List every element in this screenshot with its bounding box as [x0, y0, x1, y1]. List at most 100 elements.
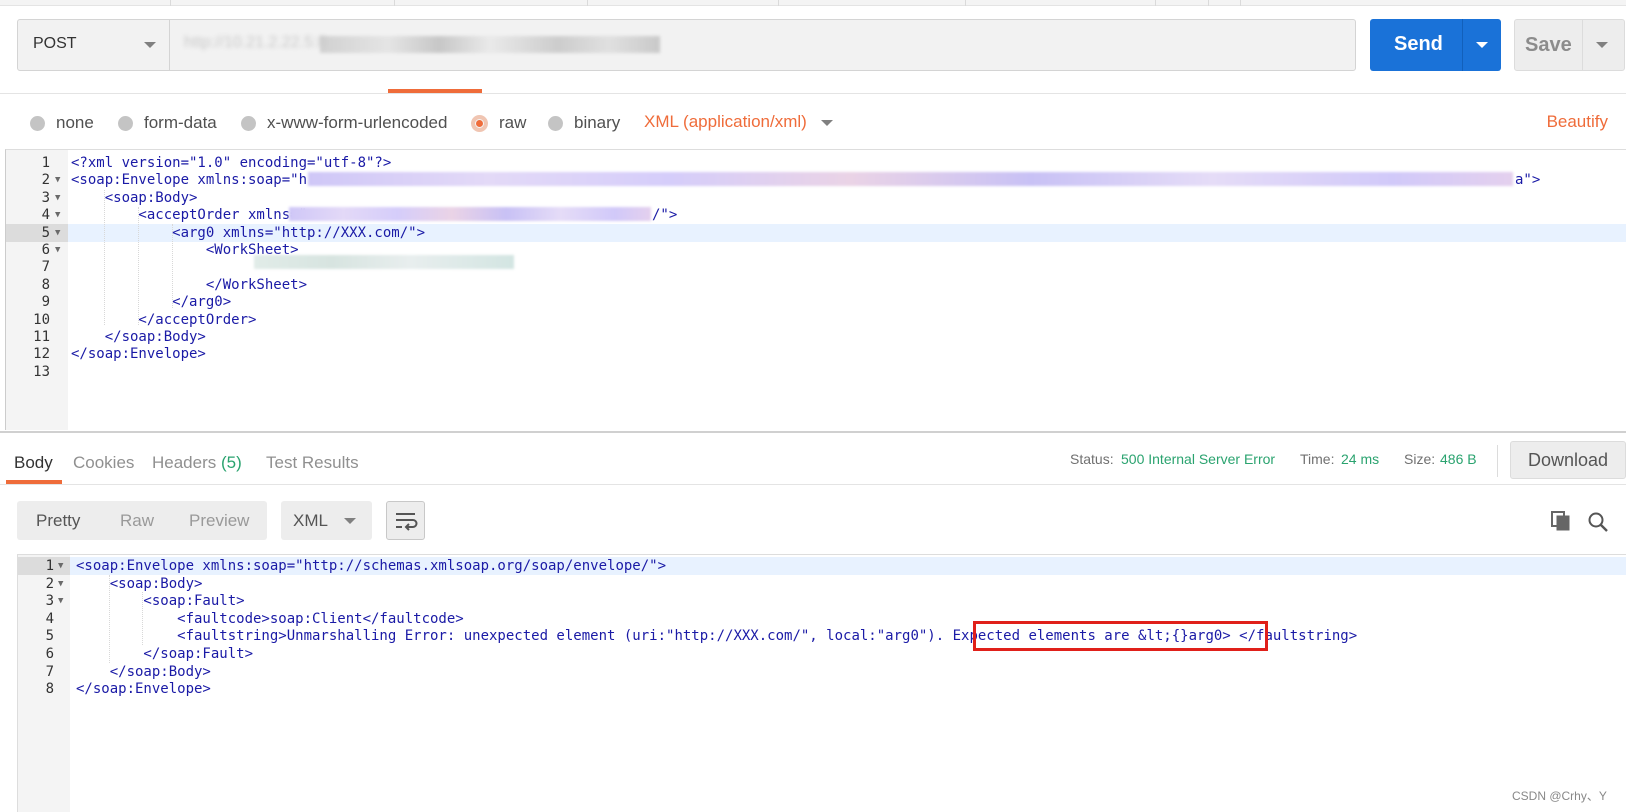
chevron-down-icon	[344, 518, 356, 524]
fold-icon[interactable]: ▼	[55, 224, 60, 242]
save-button[interactable]: Save	[1514, 19, 1625, 71]
response-body-viewer[interactable]: 1 ▼ <soap:Envelope xmlns:soap="http://sche…	[17, 554, 1626, 812]
response-line: 8 </soap:Envelope>	[18, 680, 1626, 698]
radio-raw[interactable]: raw	[471, 112, 526, 134]
view-pretty[interactable]: Pretty	[36, 511, 80, 531]
radio-none[interactable]: none	[30, 112, 94, 134]
tab-body[interactable]: Body	[14, 453, 53, 473]
view-raw[interactable]: Raw	[120, 511, 154, 531]
radio-label: form-data	[144, 113, 217, 132]
line-number: 7	[41, 259, 50, 276]
editor-line: 4 ▼ <acceptOrder xmlns=" /">	[6, 206, 1626, 224]
pane-splitter[interactable]	[0, 431, 1626, 433]
radio-binary[interactable]: binary	[548, 112, 620, 134]
tab-separator	[1155, 0, 1156, 6]
code-text: </WorkSheet>	[71, 276, 308, 293]
line-number: 10	[33, 311, 50, 328]
redacted-text	[254, 255, 514, 269]
editor-line: 1 <?xml version="1.0" encoding="utf-8"?>	[6, 154, 1626, 172]
fold-icon[interactable]: ▼	[55, 189, 60, 207]
size-label: Size:	[1404, 451, 1436, 467]
code-text: </soap:Fault>	[76, 646, 254, 662]
tab-test-results[interactable]: Test Results	[266, 453, 359, 473]
indent-guide	[138, 207, 139, 325]
code-text: </soap:Envelope>	[76, 681, 211, 698]
download-button[interactable]: Download	[1510, 441, 1626, 479]
divider	[1497, 445, 1498, 477]
line-number: 11	[33, 329, 50, 345]
code-tail: /">	[652, 207, 678, 224]
time-value: 24 ms	[1341, 451, 1380, 467]
fold-icon[interactable]: ▼	[58, 557, 63, 575]
radio-icon	[241, 115, 256, 131]
line-number: 8	[45, 681, 54, 698]
radio-label: x-www-form-urlencoded	[267, 113, 448, 132]
send-split	[1462, 19, 1463, 71]
status-label: Status:	[1070, 451, 1114, 467]
editor-line: 6 ▼ <WorkSheet>	[6, 241, 1626, 259]
line-number: 4	[41, 207, 50, 224]
code-text: <arg0 xmlns="http://XXX.com/">	[71, 224, 426, 241]
radio-icon	[118, 115, 133, 131]
url-input[interactable]: http://10.21.2.22.5:8	[170, 20, 1355, 70]
tab-separator	[170, 0, 171, 6]
code-text: </acceptOrder>	[71, 311, 257, 328]
send-options-chevron-icon[interactable]	[1476, 42, 1488, 48]
radio-form-data[interactable]: form-data	[118, 112, 217, 134]
tab-separator	[1208, 0, 1209, 6]
wrap-lines-button[interactable]	[386, 501, 425, 540]
save-options-chevron-icon[interactable]	[1596, 42, 1608, 48]
radio-urlencoded[interactable]: x-www-form-urlencoded	[241, 112, 447, 134]
editor-line: 5 ▼ <arg0 xmlns="http://XXX.com/">	[6, 223, 1626, 242]
editor-line: 8 </WorkSheet>	[6, 276, 1626, 294]
tab-strip	[0, 0, 1626, 6]
code-text: <soap:Envelope xmlns:soap="h	[71, 172, 308, 189]
radio-label: none	[56, 113, 94, 132]
line-number: 1	[41, 155, 50, 171]
fold-icon[interactable]: ▼	[55, 241, 60, 259]
divider	[0, 93, 1626, 94]
response-language-select[interactable]: XML	[281, 501, 372, 540]
editor-line: 11 </soap:Body>	[6, 328, 1626, 346]
beautify-link[interactable]: Beautify	[1547, 112, 1608, 132]
line-number: 3	[41, 189, 50, 206]
response-line: 5 <faultstring>Unmarshalling Error: unex…	[18, 627, 1626, 645]
code-text: </soap:Envelope>	[71, 346, 206, 363]
divider	[0, 484, 1626, 485]
line-number: 9	[41, 294, 50, 311]
tab-separator	[965, 0, 966, 6]
language-label: XML	[293, 511, 328, 530]
indent-guide	[142, 592, 143, 645]
fold-icon[interactable]: ▼	[55, 171, 60, 189]
radio-label: raw	[499, 113, 527, 132]
fold-icon[interactable]: ▼	[58, 592, 63, 610]
view-mode-segment: Pretty Raw Preview	[17, 501, 267, 540]
redacted-text	[308, 172, 1513, 186]
tab-separator	[1240, 0, 1241, 6]
search-icon[interactable]	[1587, 511, 1609, 533]
method-label: POST	[33, 35, 77, 52]
radio-icon	[30, 115, 45, 131]
download-label: Download	[1527, 450, 1609, 470]
save-label: Save	[1525, 34, 1572, 56]
fold-icon[interactable]: ▼	[55, 206, 60, 224]
raw-type-select[interactable]: XML (application/xml)	[644, 112, 807, 132]
line-number: 13	[33, 363, 50, 380]
body-type-row: none form-data x-www-form-urlencoded raw…	[0, 100, 1626, 145]
tab-cookies[interactable]: Cookies	[73, 453, 134, 473]
line-number: 1	[45, 558, 54, 574]
tab-headers[interactable]: Headers (5)	[152, 453, 242, 473]
line-number: 5	[41, 224, 50, 241]
tab-separator	[394, 0, 395, 6]
indent-guide	[104, 190, 105, 325]
method-select[interactable]: POST	[18, 20, 170, 70]
code-text: <soap:Body>	[76, 575, 203, 592]
request-body-editor[interactable]: 1 <?xml version="1.0" encoding="utf-8"?> 2…	[5, 149, 1626, 430]
send-button[interactable]: Send	[1370, 19, 1501, 71]
line-number: 12	[33, 346, 50, 363]
fold-icon[interactable]: ▼	[58, 575, 63, 593]
raw-type-chevron-icon[interactable]	[821, 120, 833, 126]
status-value: 500 Internal Server Error	[1121, 451, 1276, 467]
copy-icon[interactable]	[1551, 511, 1571, 531]
view-preview[interactable]: Preview	[189, 511, 249, 531]
